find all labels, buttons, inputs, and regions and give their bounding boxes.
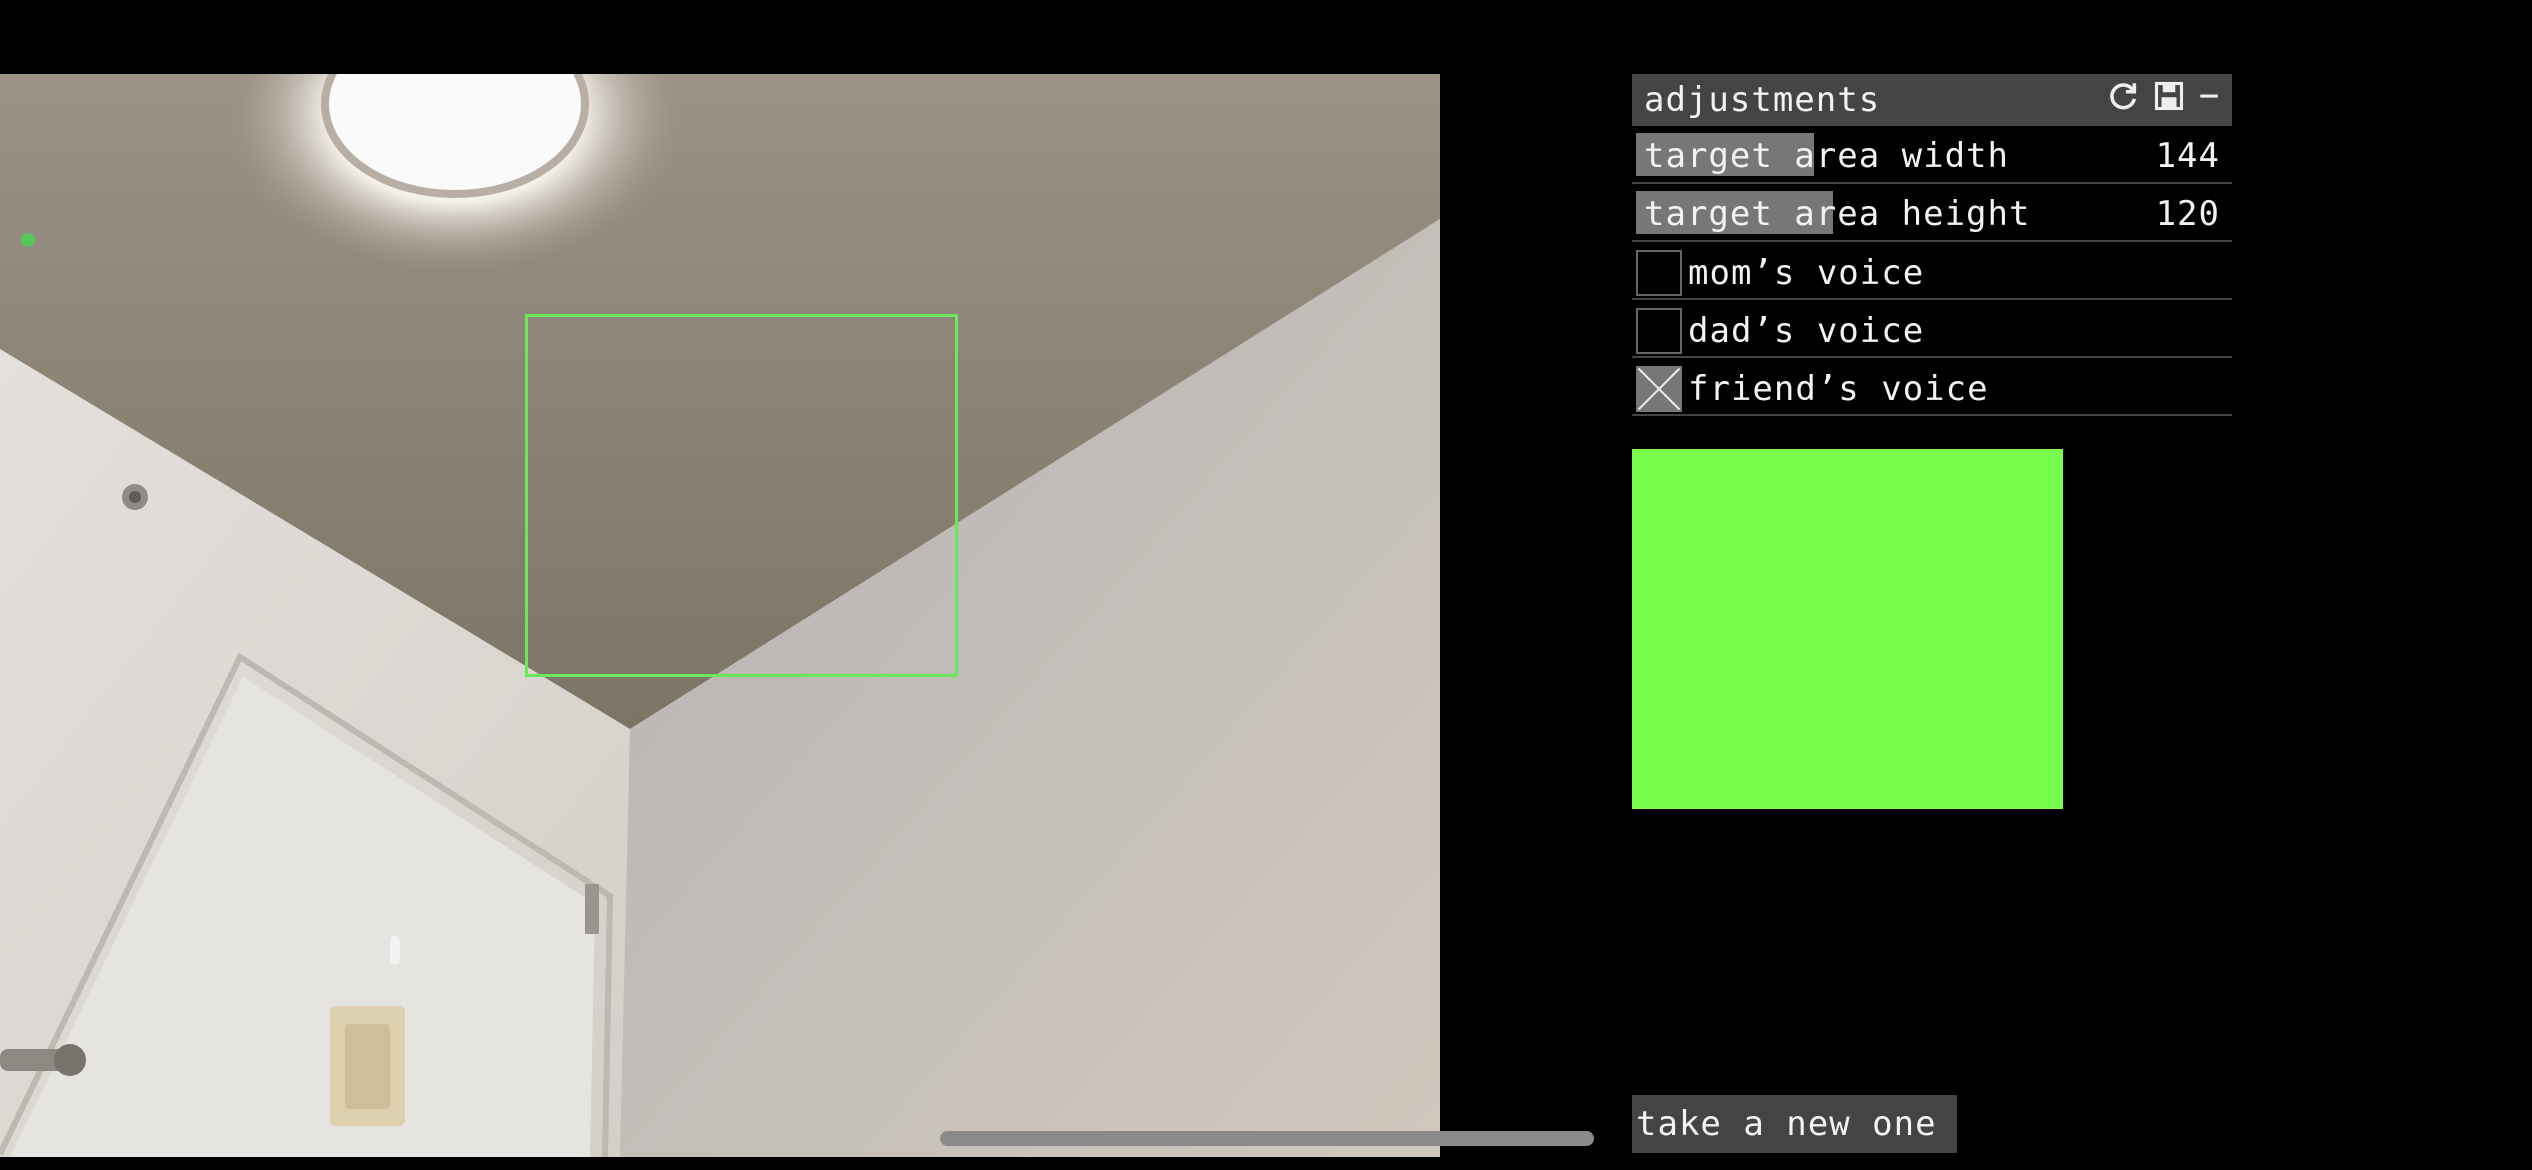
refresh-icon[interactable]: [2106, 79, 2140, 121]
slider-value: 144: [2155, 136, 2220, 176]
toggle-friends-voice[interactable]: friend’s voice: [1632, 363, 2232, 416]
toggle-label: dad’s voice: [1688, 310, 1925, 351]
checkbox[interactable]: [1636, 249, 1682, 296]
adjustments-panel: adjustments target area width 144 target…: [1632, 74, 2232, 416]
minimize-icon[interactable]: [2198, 81, 2220, 119]
panel-header: adjustments: [1632, 74, 2232, 126]
slider-value: 120: [2155, 194, 2220, 234]
slider-label: target area width: [1644, 136, 2009, 176]
home-indicator[interactable]: [940, 1131, 1594, 1146]
toggle-label: mom’s voice: [1688, 252, 1925, 293]
toggle-dads-voice[interactable]: dad’s voice: [1632, 305, 2232, 358]
tracking-dot: [21, 233, 35, 247]
slider-label: target area height: [1644, 194, 2031, 234]
checkbox[interactable]: [1636, 307, 1682, 354]
save-icon[interactable]: [2154, 81, 2184, 119]
slider-target-area-width[interactable]: target area width 144: [1632, 131, 2232, 184]
target-area-box[interactable]: [525, 314, 958, 677]
camera-feed: [0, 74, 1440, 1157]
panel-title: adjustments: [1644, 80, 1881, 120]
color-preview-swatch: [1632, 449, 2063, 809]
slider-target-area-height[interactable]: target area height 120: [1632, 189, 2232, 242]
take-new-one-button[interactable]: take a new one: [1632, 1095, 1957, 1153]
panel-header-icons: [2106, 79, 2220, 121]
toggle-label: friend’s voice: [1688, 368, 1989, 409]
checkbox-checked[interactable]: [1636, 365, 1682, 412]
toggle-moms-voice[interactable]: mom’s voice: [1632, 247, 2232, 300]
